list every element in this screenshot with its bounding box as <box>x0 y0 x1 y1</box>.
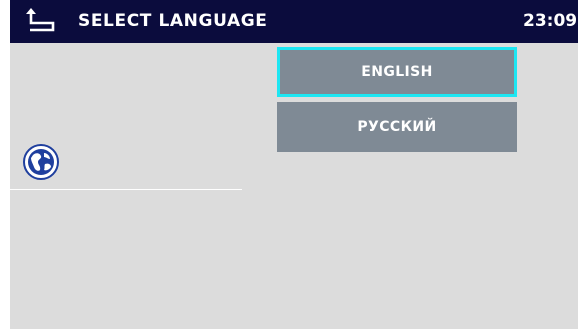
header-bar: SELECT LANGUAGE 23:09 <box>10 0 578 43</box>
clock: 23:09 <box>523 11 578 31</box>
language-option-russian[interactable]: РУССКИЙ <box>277 102 517 152</box>
page-title: SELECT LANGUAGE <box>78 11 268 31</box>
globe-icon <box>23 144 59 180</box>
back-arrow-icon <box>24 6 58 36</box>
content-area: ENGLISH РУССКИЙ <box>10 43 578 329</box>
back-button[interactable] <box>24 6 58 36</box>
left-margin <box>0 0 10 329</box>
select-language-screen: SELECT LANGUAGE 23:09 ENGLISH РУССКИЙ <box>0 0 578 329</box>
language-option-english[interactable]: ENGLISH <box>277 47 517 97</box>
divider-line <box>10 189 242 190</box>
